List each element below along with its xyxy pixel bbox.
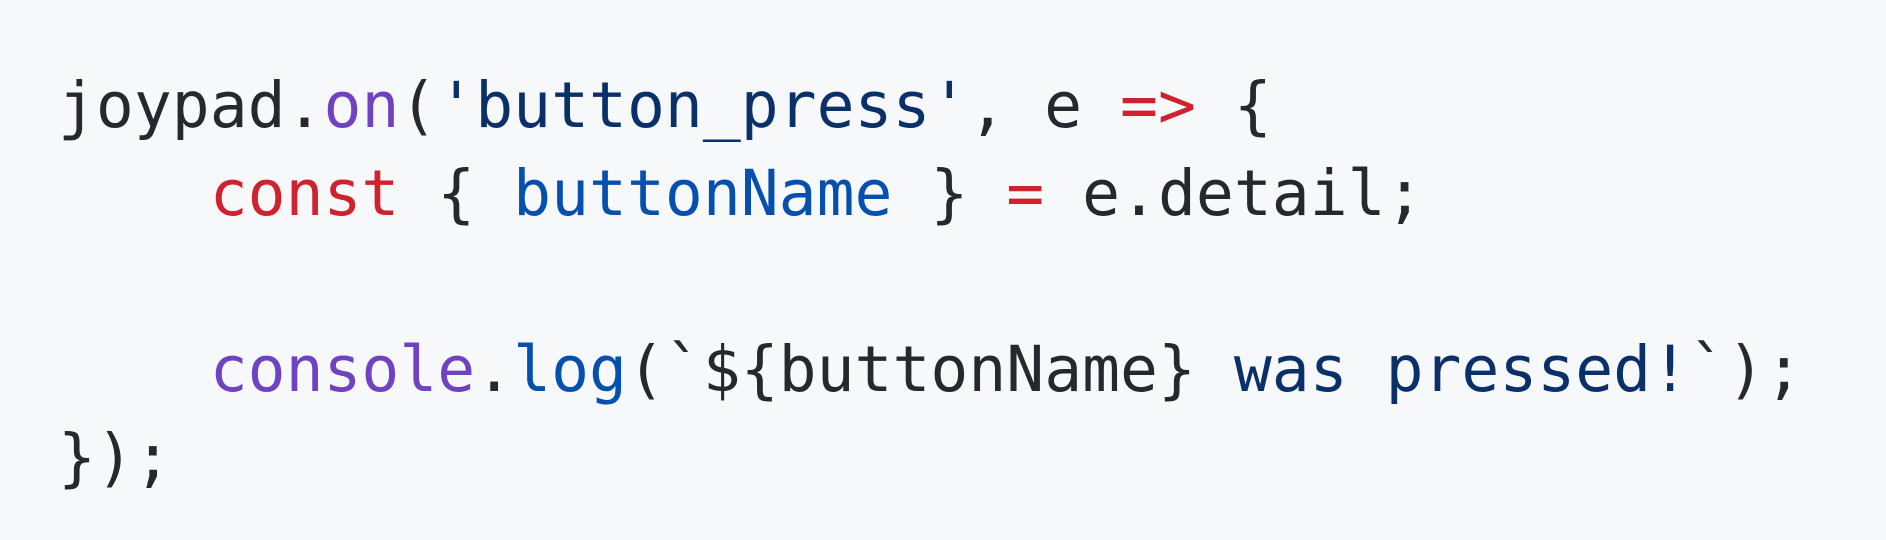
code-token-property: log (513, 333, 627, 406)
code-token-function: on (323, 69, 400, 142)
code-token-plain: e.detail; (1044, 157, 1424, 230)
code-token-plain: { (1195, 69, 1272, 142)
code-token-plain: . (475, 333, 514, 406)
code-token-plain: joypad (58, 69, 286, 142)
code-token-plain: . (285, 69, 324, 142)
code-line: const { buttonName } = e.detail; (58, 150, 1886, 238)
code-token-plain: ${buttonName} (702, 333, 1196, 406)
code-token-operator: = (1006, 157, 1045, 230)
code-token-plain: } (892, 157, 1007, 230)
code-line: console.log(`${buttonName} was pressed!`… (58, 326, 1886, 414)
code-token-operator: => (1120, 69, 1196, 142)
code-token-plain: (` (626, 333, 703, 406)
code-token-string: 'button_press' (437, 69, 969, 142)
code-token-keyword: const (209, 157, 400, 230)
code-token-plain: , e (968, 69, 1121, 142)
code-token-plain: }); (58, 421, 172, 494)
code-token-function: console (209, 333, 476, 406)
code-token-plain: ( (399, 69, 438, 142)
code-token-string: was pressed! (1195, 333, 1690, 406)
code-line: }); (58, 414, 1886, 502)
code-token-property: buttonName (513, 157, 893, 230)
code-token-plain: `); (1689, 333, 1803, 406)
code-block: joypad.on('button_press', e => { const {… (0, 0, 1886, 540)
code-text: joypad.on('button_press', e => { const {… (58, 62, 1886, 502)
code-line: joypad.on('button_press', e => { (58, 62, 1886, 150)
code-token-plain: { (399, 157, 514, 230)
